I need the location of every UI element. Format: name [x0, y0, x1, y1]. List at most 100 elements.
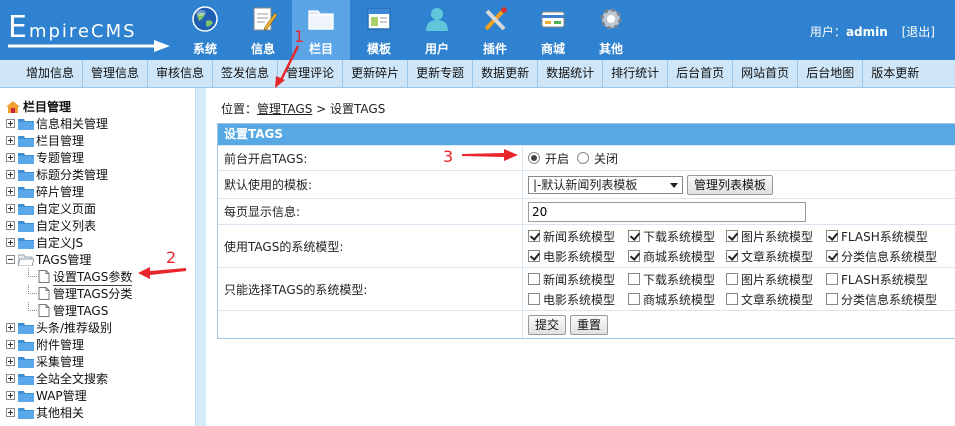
- expand-icon[interactable]: [6, 238, 15, 247]
- radio-off-icon[interactable]: [577, 152, 590, 164]
- checkbox-empty-icon[interactable]: [726, 293, 738, 305]
- subnav-admin-map[interactable]: 后台地图: [798, 60, 864, 87]
- only-model-article[interactable]: 文章系统模型: [726, 291, 826, 308]
- nav-system[interactable]: 系统: [176, 0, 234, 60]
- subnav-review-info[interactable]: 审核信息: [148, 60, 214, 87]
- checkbox-checked-icon[interactable]: [826, 230, 838, 242]
- radio-enable-off[interactable]: 关闭: [577, 150, 618, 167]
- expand-icon[interactable]: [6, 153, 15, 162]
- checkbox-checked-icon[interactable]: [726, 230, 738, 242]
- checkbox-empty-icon[interactable]: [528, 293, 540, 305]
- logout-link[interactable]: [退出]: [902, 25, 935, 39]
- breadcrumb-link-manage-tags[interactable]: 管理TAGS: [257, 102, 312, 116]
- expand-icon[interactable]: [6, 221, 15, 230]
- sidebar-splitter[interactable]: [196, 88, 206, 426]
- sidebar-item-fulltext-search[interactable]: 全站全文搜索: [6, 370, 132, 387]
- sidebar-item-custom-list[interactable]: 自定义列表: [6, 217, 132, 234]
- checkbox-checked-icon[interactable]: [528, 230, 540, 242]
- per-page-input[interactable]: [528, 201, 806, 222]
- subnav-issue-info[interactable]: 签发信息: [213, 60, 279, 87]
- nav-store[interactable]: 商城: [524, 0, 582, 60]
- checkbox-empty-icon[interactable]: [826, 293, 838, 305]
- checkbox-checked-icon[interactable]: [726, 250, 738, 262]
- expand-icon[interactable]: [6, 136, 15, 145]
- tags-settings-form: 设置TAGS 前台开启TAGS: 开启 关闭 默认使用的模板: |-默认新闻列表…: [217, 123, 955, 339]
- use-model-shop[interactable]: 商城系统模型: [628, 248, 726, 265]
- radio-enable-on[interactable]: 开启: [528, 150, 569, 167]
- radio-on-icon[interactable]: [528, 152, 540, 164]
- checkbox-checked-icon[interactable]: [528, 250, 540, 262]
- sidebar-item-fragment-manage[interactable]: 碎片管理: [6, 183, 132, 200]
- checkbox-empty-icon[interactable]: [628, 293, 640, 305]
- folder-icon: [308, 10, 334, 30]
- sidebar-item-other[interactable]: 其他相关: [6, 404, 132, 421]
- nav-user[interactable]: 用户: [408, 0, 466, 60]
- nav-other[interactable]: 其他: [582, 0, 640, 60]
- checkbox-checked-icon[interactable]: [826, 250, 838, 262]
- sidebar-item-headline-level[interactable]: 头条/推荐级别: [6, 319, 132, 336]
- sidebar-item-custom-page[interactable]: 自定义页面: [6, 200, 132, 217]
- globe-icon: [192, 6, 218, 32]
- expand-icon[interactable]: [6, 408, 15, 417]
- subnav-update-fragments[interactable]: 更新碎片: [343, 60, 409, 87]
- subnav-data-update[interactable]: 数据更新: [473, 60, 539, 87]
- expand-icon[interactable]: [6, 323, 15, 332]
- nav-plugin[interactable]: 插件: [466, 0, 524, 60]
- use-model-classified[interactable]: 分类信息系统模型: [826, 248, 938, 265]
- subnav-update-topics[interactable]: 更新专题: [408, 60, 474, 87]
- use-model-movie[interactable]: 电影系统模型: [528, 248, 628, 265]
- manage-list-template-button[interactable]: 管理列表模板: [687, 174, 774, 195]
- submit-button[interactable]: 提交: [528, 314, 567, 335]
- only-model-news[interactable]: 新闻系统模型: [528, 271, 628, 288]
- checkbox-empty-icon[interactable]: [628, 273, 640, 285]
- sidebar-item-tags-category[interactable]: 管理TAGS分类: [6, 285, 132, 302]
- only-model-movie[interactable]: 电影系统模型: [528, 291, 628, 308]
- use-model-flash[interactable]: FLASH系统模型: [826, 228, 938, 245]
- subnav-add-info[interactable]: 增加信息: [18, 60, 84, 87]
- sidebar-item-tags-manage[interactable]: TAGS管理: [6, 251, 132, 268]
- only-model-shop[interactable]: 商城系统模型: [628, 291, 726, 308]
- use-model-photo[interactable]: 图片系统模型: [726, 228, 826, 245]
- sidebar-item-column-manage[interactable]: 栏目管理: [6, 132, 132, 149]
- subnav-version-update[interactable]: 版本更新: [863, 60, 927, 87]
- template-select[interactable]: |-默认新闻列表模板: [528, 175, 683, 194]
- use-model-download[interactable]: 下载系统模型: [628, 228, 726, 245]
- collapse-icon[interactable]: [6, 255, 15, 264]
- checkbox-checked-icon[interactable]: [628, 230, 640, 242]
- sidebar-item-topic-manage[interactable]: 专题管理: [6, 149, 132, 166]
- sidebar-item-attachment[interactable]: 附件管理: [6, 336, 132, 353]
- only-model-flash[interactable]: FLASH系统模型: [826, 271, 938, 288]
- only-model-download[interactable]: 下载系统模型: [628, 271, 726, 288]
- sidebar-item-tags-list[interactable]: 管理TAGS: [6, 302, 132, 319]
- subnav-site-home[interactable]: 网站首页: [733, 60, 799, 87]
- sidebar-item-wap[interactable]: WAP管理: [6, 387, 132, 404]
- only-model-classified[interactable]: 分类信息系统模型: [826, 291, 938, 308]
- sidebar-item-custom-js[interactable]: 自定义JS: [6, 234, 132, 251]
- reset-button[interactable]: 重置: [570, 314, 609, 335]
- expand-icon[interactable]: [6, 357, 15, 366]
- subnav-data-stats[interactable]: 数据统计: [538, 60, 604, 87]
- sidebar-item-title-category[interactable]: 标题分类管理: [6, 166, 132, 183]
- checkbox-empty-icon[interactable]: [528, 273, 540, 285]
- subnav-admin-home[interactable]: 后台首页: [668, 60, 734, 87]
- only-model-photo[interactable]: 图片系统模型: [726, 271, 826, 288]
- sidebar-item-tags-settings[interactable]: 设置TAGS参数: [6, 267, 133, 286]
- use-model-article[interactable]: 文章系统模型: [726, 248, 826, 265]
- expand-icon[interactable]: [6, 119, 15, 128]
- expand-icon[interactable]: [6, 204, 15, 213]
- use-model-news[interactable]: 新闻系统模型: [528, 228, 628, 245]
- expand-icon[interactable]: [6, 187, 15, 196]
- checkbox-checked-icon[interactable]: [628, 250, 640, 262]
- expand-icon[interactable]: [6, 374, 15, 383]
- checkbox-empty-icon[interactable]: [726, 273, 738, 285]
- sidebar-item-info-manage[interactable]: 信息相关管理: [6, 115, 132, 132]
- subnav-ranking-stats[interactable]: 排行统计: [603, 60, 669, 87]
- nav-template[interactable]: 模板: [350, 0, 408, 60]
- expand-icon[interactable]: [6, 340, 15, 349]
- expand-icon[interactable]: [6, 391, 15, 400]
- folder-icon: [18, 152, 34, 164]
- expand-icon[interactable]: [6, 170, 15, 179]
- subnav-manage-info[interactable]: 管理信息: [83, 60, 149, 87]
- sidebar-item-collect[interactable]: 采集管理: [6, 353, 132, 370]
- checkbox-empty-icon[interactable]: [826, 273, 838, 285]
